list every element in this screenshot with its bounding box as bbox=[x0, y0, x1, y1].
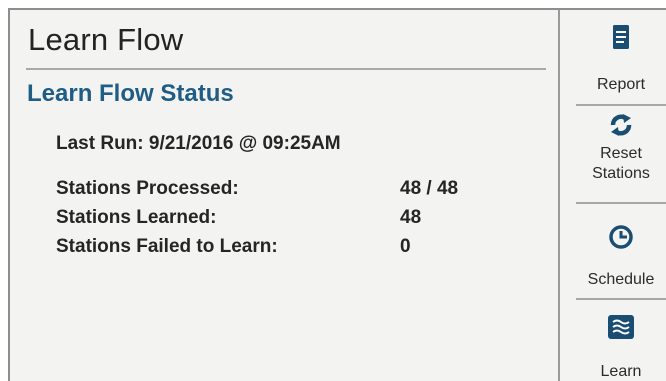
schedule-button[interactable]: Schedule bbox=[576, 224, 666, 290]
stat-row-processed: Stations Processed: 48 / 48 bbox=[56, 178, 536, 207]
report-icon bbox=[613, 25, 629, 49]
report-label: Report bbox=[596, 76, 646, 93]
sidebar-separator bbox=[576, 202, 666, 204]
section-title: Learn Flow Status bbox=[27, 80, 234, 107]
last-run-text: Last Run: 9/21/2016 @ 09:25AM bbox=[56, 133, 341, 154]
stat-label: Stations Failed to Learn: bbox=[56, 236, 278, 257]
learn-flow-icon bbox=[608, 315, 634, 339]
clock-icon bbox=[609, 225, 633, 249]
stat-row-failed: Stations Failed to Learn: 0 bbox=[56, 236, 536, 265]
stat-label: Stations Processed: bbox=[56, 178, 239, 199]
stat-value: 48 bbox=[400, 207, 422, 228]
learn-label: Learn bbox=[600, 363, 642, 380]
reset-label-line2: Stations bbox=[592, 165, 650, 182]
reset-label-line1: Reset bbox=[600, 145, 642, 162]
controller-screen: Learn Flow Learn Flow Status Last Run: 9… bbox=[8, 8, 666, 381]
report-button[interactable]: Report bbox=[576, 24, 666, 95]
stat-value: 48 / 48 bbox=[400, 178, 459, 199]
stat-value: 0 bbox=[400, 236, 411, 257]
sidebar-divider bbox=[558, 10, 560, 381]
stat-label: Stations Learned: bbox=[56, 207, 217, 228]
main-panel: Learn Flow Learn Flow Status Last Run: 9… bbox=[10, 10, 558, 381]
stat-row-learned: Stations Learned: 48 bbox=[56, 207, 536, 236]
learn-button[interactable]: Learn bbox=[576, 314, 666, 381]
schedule-label: Schedule bbox=[587, 271, 655, 288]
reset-stations-button[interactable]: Reset Stations bbox=[576, 112, 666, 184]
stats-list: Stations Processed: 48 / 48 Stations Lea… bbox=[56, 178, 536, 265]
page-title: Learn Flow bbox=[28, 22, 184, 57]
sidebar-separator bbox=[576, 104, 666, 106]
reset-icon bbox=[610, 114, 632, 136]
sidebar-separator bbox=[576, 298, 666, 300]
title-divider bbox=[26, 68, 546, 70]
